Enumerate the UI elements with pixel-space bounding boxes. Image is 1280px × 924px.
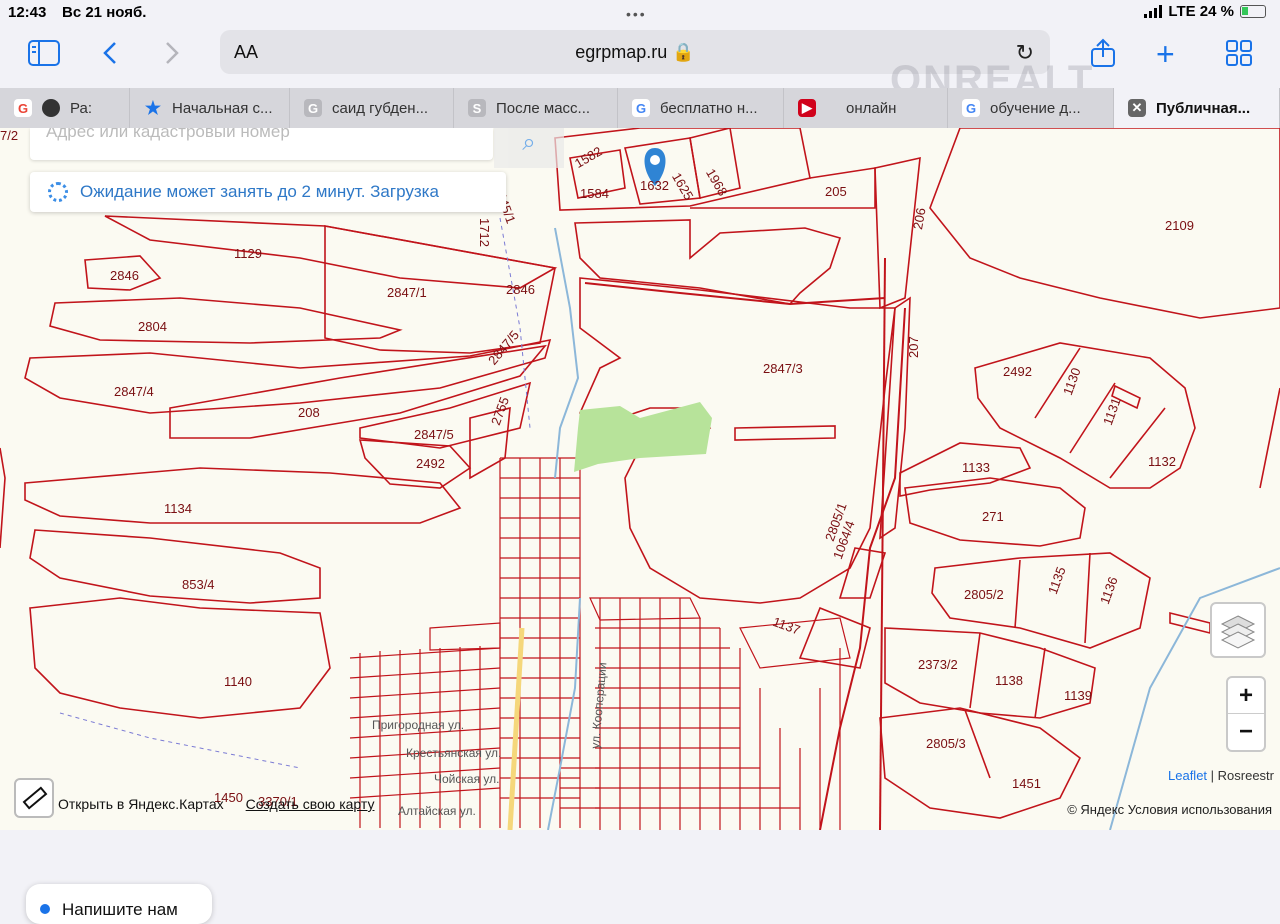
yandex-terms[interactable]: © Яндекс Условия использования	[1067, 802, 1272, 817]
tab-2[interactable]: ★ Начальная с...	[130, 88, 290, 128]
tab-label: После масс...	[496, 99, 591, 117]
date: Вс 21 нояб.	[62, 4, 147, 21]
search-icon[interactable]: ⌕	[494, 128, 564, 168]
parcel-label: 208	[298, 405, 320, 420]
parcel-label: 2805/2	[964, 587, 1004, 602]
parcel-label: 205	[825, 184, 847, 199]
parcel-label: 1451	[1012, 776, 1041, 791]
google-icon: G	[14, 99, 32, 117]
parcel-label: 1133	[962, 460, 990, 475]
loading-text: Ожидание может занять до 2 минут. Загруз…	[80, 182, 439, 201]
parcel-label: 2846	[506, 282, 535, 297]
parcel-label: 1138	[995, 673, 1023, 688]
s-icon: S	[468, 99, 486, 117]
back-icon[interactable]	[100, 40, 120, 70]
page-footer: Напишите нам	[0, 830, 1280, 924]
tab-3[interactable]: G саид губден...	[290, 88, 454, 128]
signal-icon	[1144, 5, 1163, 18]
parcel-label: 2805/3	[926, 736, 966, 751]
forward-icon[interactable]	[162, 40, 182, 70]
g-icon: G	[304, 99, 322, 117]
parcel-label: 2373/2	[918, 657, 958, 672]
parcel-label: 1712	[477, 218, 492, 247]
parcel-label: 2847/5	[414, 427, 454, 442]
parcel-label: 2109	[1165, 218, 1194, 233]
zoom-in-button[interactable]: +	[1228, 678, 1264, 714]
tab-6[interactable]: ▶ онлайн	[784, 88, 948, 128]
google-icon: G	[632, 99, 650, 117]
street-label: Пригородная ул.	[372, 718, 465, 732]
status-indicators: LTE 24 %	[1144, 3, 1266, 20]
tabs-overview-icon[interactable]	[1226, 40, 1252, 70]
zoom-out-button[interactable]: −	[1228, 714, 1264, 750]
tab-5[interactable]: G бесплатно н...	[618, 88, 784, 128]
parcel-label: 1584	[580, 186, 609, 201]
parcel-label: 2804	[138, 319, 167, 334]
tab-label: саид губден...	[332, 99, 429, 117]
parcel-label: 1140	[224, 674, 252, 689]
street-label: Крестьянская ул.	[406, 746, 502, 760]
parcel-label: 1129	[234, 246, 262, 261]
cadastral-map[interactable]: 1582 1584 1632 1625 1968 205 206 2109 1129 2847/1…	[0, 128, 1280, 830]
tab-7[interactable]: G обучение д...	[948, 88, 1114, 128]
zoom-control: + −	[1226, 676, 1266, 752]
loading-banner: Ожидание может занять до 2 минут. Загруз…	[30, 172, 506, 212]
search-placeholder: Адрес или кадастровый номер	[46, 128, 290, 141]
green-area	[574, 402, 712, 472]
create-map-link[interactable]: Создать свою карту	[246, 796, 375, 812]
star-icon: ★	[144, 97, 162, 118]
parcel-label: 2847/1	[387, 285, 427, 300]
browser-toolbar: AA egrpmap.ru 🔒 ↻ ONREALT +	[0, 26, 1280, 102]
parcel-label: 1139	[1064, 688, 1092, 703]
parcel-label: 2492	[1003, 364, 1032, 379]
parcel-label: 1632	[640, 178, 669, 193]
parcel-label: 1132	[1148, 454, 1176, 469]
tab-1[interactable]: G Ра:	[0, 88, 130, 128]
tab-label: Публичная...	[1156, 99, 1251, 117]
new-tab-icon[interactable]: +	[1156, 38, 1175, 70]
share-icon[interactable]	[1090, 38, 1116, 72]
parcel-label: 2847/4	[114, 384, 154, 399]
parcel-label: 853/4	[182, 577, 215, 592]
status-bar: 12:43 Вс 21 нояб. ••• LTE 24 %	[0, 0, 1280, 26]
tab-label: бесплатно н...	[660, 99, 758, 117]
tab-label: Начальная с...	[172, 99, 273, 117]
youtube-icon: ▶	[798, 99, 816, 117]
multitasking-dots[interactable]: •••	[626, 6, 647, 22]
parcel-label: 1134	[164, 501, 192, 516]
parcel-label: 7/2	[0, 128, 19, 143]
network-status: LTE 24 %	[1168, 3, 1234, 20]
tab-label: обучение д...	[990, 99, 1081, 117]
parcel-label: 271	[982, 509, 1004, 524]
battery-icon	[1240, 5, 1266, 18]
street-label: Алтайская ул.	[398, 804, 476, 818]
tab-label: Ра:	[70, 99, 93, 117]
street-label: Чойская ул.	[434, 772, 500, 786]
spinner-icon	[48, 182, 68, 202]
clock: 12:43	[8, 4, 47, 21]
parcel-label: 2846	[110, 268, 139, 283]
layers-icon[interactable]	[1210, 602, 1266, 658]
close-icon[interactable]: ✕	[1128, 99, 1146, 117]
chat-button[interactable]: Напишите нам	[26, 884, 212, 924]
tire-icon	[42, 99, 60, 117]
leaflet-link[interactable]: Leaflet	[1168, 768, 1207, 783]
rosreestr-credit: | Rosreestr	[1207, 768, 1274, 783]
tab-label: онлайн	[846, 99, 897, 117]
tab-4[interactable]: S После масс...	[454, 88, 618, 128]
google-icon: G	[962, 99, 980, 117]
map-attribution: Leaflet | Rosreestr	[1168, 768, 1274, 783]
sidebar-icon[interactable]	[28, 40, 60, 70]
open-yandex-link[interactable]: Открыть в Яндекс.Картах	[24, 796, 224, 812]
parcel-label: 207	[906, 336, 921, 358]
tab-8-active[interactable]: ✕ Публичная...	[1114, 88, 1280, 128]
parcel-layer[interactable]	[0, 128, 1280, 830]
tab-bar: G Ра: ★ Начальная с... G саид губден... …	[0, 88, 1280, 128]
parcel-label: 2847/3	[763, 361, 803, 376]
yandex-links: Открыть в Яндекс.Картах Создать свою кар…	[24, 796, 374, 812]
search-input[interactable]: Адрес или кадастровый номер	[30, 128, 493, 160]
parcel-label: 2492	[416, 456, 445, 471]
